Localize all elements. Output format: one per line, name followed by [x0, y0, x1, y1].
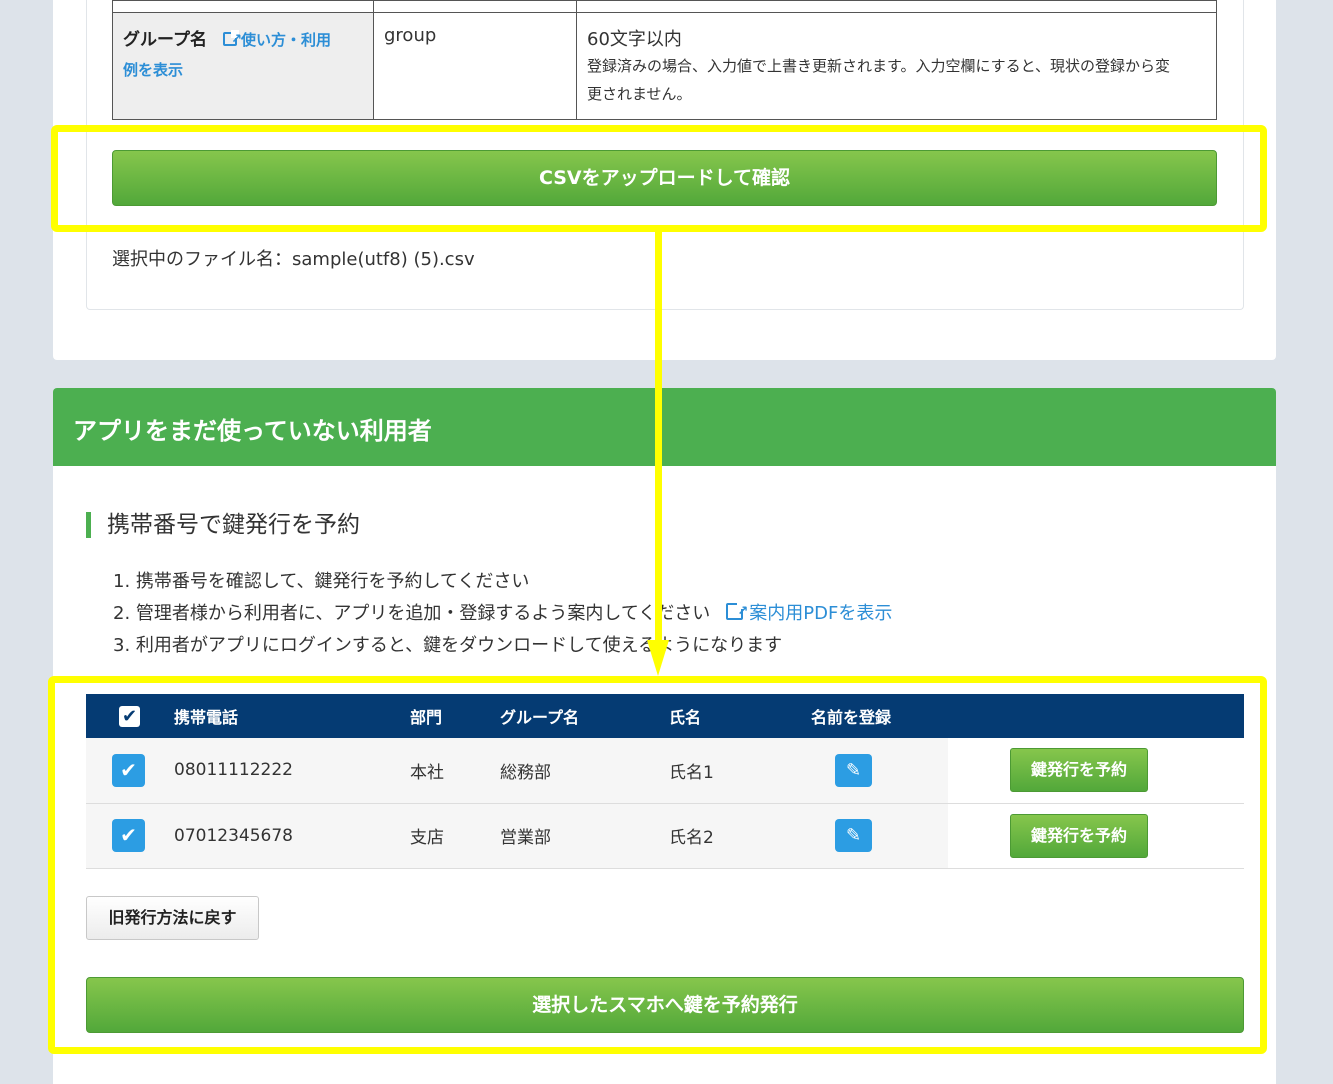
selected-filename: 選択中のファイル名：sample(utf8) (5).csv: [112, 249, 475, 270]
highlight-box-upload: [51, 125, 1267, 232]
spec-description: 60文字以内 登録済みの場合、入力値で上書き更新されます。入力空欄にすると、現状…: [576, 12, 1217, 120]
spec-field-name: group: [373, 12, 577, 120]
annotation-arrow-head: [647, 640, 669, 676]
spec-desc-line1: 登録済みの場合、入力値で上書き更新されます。入力空欄にすると、現状の登録から変: [587, 57, 1171, 75]
section-title: アプリをまだ使っていない利用者: [53, 388, 1276, 466]
step-3: 3. 利用者がアプリにログインすると、鍵をダウンロードして使えるようになります: [113, 635, 783, 656]
spec-desc-line2: 更されません。: [587, 85, 692, 103]
pdf-guide-link[interactable]: 案内用PDFを表示: [726, 596, 892, 628]
spec-row-label: グループ名: [123, 30, 207, 50]
steps-list: 1. 携帯番号を確認して、鍵発行を予約してください 2. 管理者様から利用者に、…: [113, 566, 892, 662]
subheading: 携帯番号で鍵発行を予約: [86, 512, 360, 538]
step-2: 2. 管理者様から利用者に、アプリを追加・登録するよう案内してください案内用PD…: [113, 596, 892, 630]
external-link-icon: [222, 25, 242, 55]
highlight-box-table: [48, 676, 1267, 1054]
spec-limit: 60文字以内: [587, 29, 682, 50]
annotation-arrow-line: [655, 230, 662, 648]
external-link-icon: [726, 596, 748, 628]
spec-row-header: グループ名使い方・利用例を表示: [112, 12, 374, 120]
spec-table: グループ名使い方・利用例を表示 group 60文字以内 登録済みの場合、入力値…: [112, 0, 1217, 120]
step-1: 1. 携帯番号を確認して、鍵発行を予約してください: [113, 571, 530, 592]
